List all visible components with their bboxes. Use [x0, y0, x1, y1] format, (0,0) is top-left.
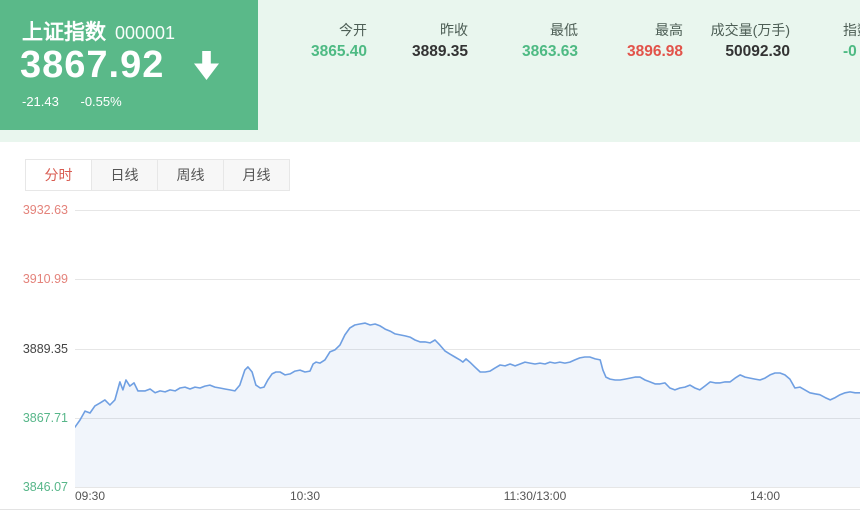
y-axis-label: 3932.63: [22, 203, 68, 217]
y-axis-label: 3889.35: [22, 341, 68, 356]
stat-value: -0: [843, 43, 857, 60]
stat-label: 昨收: [440, 22, 468, 38]
stat-column-6: 指数 -0: [843, 0, 860, 142]
tab-分时[interactable]: 分时: [25, 159, 92, 191]
intraday-chart-canvas[interactable]: [75, 200, 860, 495]
index-change-row: -21.43 -0.55%: [22, 94, 122, 109]
stat-column-1: 今开 3865.40: [280, 0, 367, 142]
index-change-pct: -0.55%: [80, 94, 122, 109]
period-tabs: 分时 日线 周线 月线: [25, 159, 290, 191]
stat-value: 3889.35: [411, 43, 468, 60]
y-axis-label: 3846.07: [22, 480, 68, 494]
stat-value: 3863.63: [521, 43, 578, 60]
stat-label: 今开: [339, 22, 367, 38]
index-name: 上证指数: [22, 21, 106, 44]
stat-column-4: 最高 3896.98: [595, 0, 683, 142]
tab-日线[interactable]: 日线: [91, 159, 158, 191]
index-code: 000001: [115, 23, 176, 43]
y-axis-label: 3867.71: [22, 410, 68, 425]
stat-column-3: 最低 3863.63: [490, 0, 578, 142]
index-price-row: 3867.92: [20, 44, 220, 87]
stat-value: 3865.40: [310, 43, 367, 60]
stat-value: 50092.30: [725, 43, 790, 60]
index-price: 3867.92: [20, 44, 165, 86]
index-summary-card: 上证指数 000001 3867.92 -21.43 -0.55%: [0, 0, 258, 130]
tab-月线[interactable]: 月线: [223, 159, 290, 191]
stat-value: 3896.98: [626, 43, 683, 60]
stock-index-page: 今开 3865.40 昨收 3889.35 最低 3863.63 最高 3896.98 成交量(…: [0, 0, 860, 520]
stat-label: 最低: [550, 22, 578, 38]
index-title-row: 上证指数 000001: [22, 16, 175, 46]
stat-column-5: 成交量(万手) 50092.30: [690, 0, 790, 142]
stat-label: 成交量(万手): [710, 22, 790, 38]
price-area-fill: [75, 323, 860, 487]
stat-label: 最高: [655, 22, 683, 38]
panel-separator: [0, 509, 860, 510]
stat-label: 指数: [843, 22, 860, 38]
down-arrow-icon: [194, 50, 220, 85]
stat-column-2: 昨收 3889.35: [380, 0, 468, 142]
y-axis-label: 3910.99: [22, 272, 68, 287]
tab-周线[interactable]: 周线: [157, 159, 224, 191]
index-change: -21.43: [22, 94, 59, 109]
